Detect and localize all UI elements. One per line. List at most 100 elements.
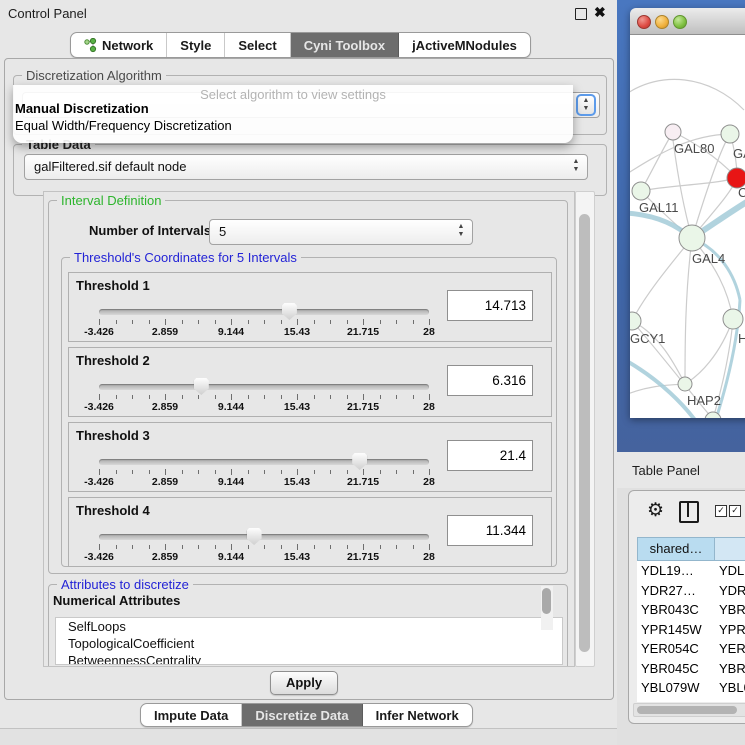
table-row[interactable]: YDR27…YDR2 <box>637 581 745 601</box>
network-edge[interactable] <box>641 178 737 191</box>
popup-item-manual-discretization[interactable]: Manual Discretization <box>15 101 149 116</box>
threshold-4-value-field[interactable] <box>447 515 533 546</box>
threshold-2-slider-thumb[interactable] <box>194 378 209 395</box>
network-node-label: HAP2 <box>687 393 721 408</box>
network-node-label: GAL80 <box>674 141 714 156</box>
table-row[interactable]: YBR043CYBR0 <box>637 600 745 620</box>
combo-stepper-icon[interactable]: ▲▼ <box>571 158 581 174</box>
float-window-icon[interactable] <box>575 8 587 20</box>
attributes-title: Attributes to discretize <box>57 577 193 592</box>
checkbox-icon[interactable]: ✓ <box>715 505 727 517</box>
network-view-window: GAL80GACGAL11GAL4GCY1HHAP2 <box>630 8 745 418</box>
column-header-shared[interactable]: shared… <box>637 537 715 561</box>
table-row[interactable]: YBL079WYBL0 <box>637 678 745 698</box>
table-panel-header: Table Panel <box>617 452 745 488</box>
table-row[interactable]: YER054CYER0 <box>637 639 745 659</box>
tab-network-label: Network <box>102 38 153 53</box>
network-node-label: GAL4 <box>692 251 725 266</box>
bottom-tab-bar: Impute Data Discretize Data Infer Networ… <box>140 703 473 727</box>
table-rows: YDL19…YDL1YDR27…YDR2YBR043CYBR0YPR145WYP… <box>637 561 745 702</box>
threshold-4-slider-thumb[interactable] <box>247 528 262 545</box>
table-horizontal-scrollbar[interactable] <box>633 703 745 717</box>
network-node[interactable] <box>632 182 650 200</box>
network-edge[interactable] <box>630 79 744 110</box>
threshold-3-slider-thumb[interactable] <box>352 453 367 470</box>
mac-close-icon[interactable] <box>637 15 651 29</box>
control-panel-title: Control Panel <box>8 6 87 21</box>
apply-button[interactable]: Apply <box>270 671 338 695</box>
network-node-label: GA <box>733 146 745 161</box>
network-edge[interactable] <box>641 132 673 191</box>
table-row[interactable]: YPR145WYPR1 <box>637 620 745 640</box>
threshold-4-label: Threshold 4 <box>76 503 150 518</box>
network-node[interactable] <box>723 309 743 329</box>
number-of-intervals-combobox[interactable]: 5 ▲▼ <box>209 219 473 245</box>
mac-zoom-icon[interactable] <box>673 15 687 29</box>
threshold-1-label: Threshold 1 <box>76 278 150 293</box>
threshold-3-value-field[interactable] <box>447 440 533 471</box>
tab-network[interactable]: Network <box>71 33 167 57</box>
tab-style[interactable]: Style <box>167 33 225 57</box>
number-of-intervals-label: Number of Intervals <box>89 223 211 238</box>
column-header-name[interactable]: na <box>715 537 745 561</box>
network-node-label: H <box>738 331 745 346</box>
algorithm-popup-hint: Select algorithm to view settings <box>13 87 573 102</box>
network-edge[interactable] <box>685 238 692 384</box>
discretization-algorithm-title: Discretization Algorithm <box>22 68 166 83</box>
network-node[interactable] <box>721 125 739 143</box>
number-of-intervals-value: 5 <box>219 224 226 239</box>
attribute-item[interactable]: SelfLoops <box>56 618 562 635</box>
threshold-2-label: Threshold 2 <box>76 353 150 368</box>
tab-infer-network[interactable]: Infer Network <box>363 704 472 726</box>
network-node[interactable] <box>665 124 681 140</box>
table-row[interactable]: YLR345WYLR3 <box>637 698 745 703</box>
attributes-list-scrollbar[interactable] <box>541 586 553 630</box>
table-data-group: Table Data galFiltered.sif default node … <box>13 144 607 196</box>
network-edge[interactable] <box>632 238 692 321</box>
popup-item-equal-width-frequency[interactable]: Equal Width/Frequency Discretization <box>15 118 232 133</box>
threshold-1-value-field[interactable] <box>447 290 533 321</box>
split-columns-icon[interactable] <box>679 501 699 523</box>
combo-stepper-icon[interactable]: ▲▼ <box>576 94 596 116</box>
tab-impute-data[interactable]: Impute Data <box>141 704 242 726</box>
table-toolbar: ⚙ ✓ ✓ <box>629 491 745 535</box>
network-node-label: GAL11 <box>639 200 679 215</box>
tab-jactivemnodules[interactable]: jActiveMNodules <box>399 33 530 57</box>
gear-icon[interactable]: ⚙ <box>647 499 664 522</box>
threshold-3-slider-track[interactable] <box>99 459 429 465</box>
table-header-row: shared… na <box>637 537 745 561</box>
tab-cyni-toolbox[interactable]: Cyni Toolbox <box>291 33 399 57</box>
close-icon[interactable]: ✖ <box>594 4 606 21</box>
network-node[interactable] <box>678 377 692 391</box>
network-node[interactable] <box>679 225 705 251</box>
threshold-4-slider-track[interactable] <box>99 534 429 540</box>
network-canvas[interactable]: GAL80GACGAL11GAL4GCY1HHAP2 <box>630 35 745 418</box>
threshold-2-panel: Threshold 2 -3.4262.8599.14415.4321.7152… <box>68 347 552 417</box>
network-edge[interactable] <box>685 319 733 384</box>
threshold-1-slider-track[interactable] <box>99 309 429 315</box>
tab-select[interactable]: Select <box>225 33 290 57</box>
mac-minimize-icon[interactable] <box>655 15 669 29</box>
threshold-1-panel: Threshold 1 -3.4262.8599.14415.4321.7152… <box>68 272 552 342</box>
tab-discretize-data[interactable]: Discretize Data <box>242 704 362 726</box>
network-window-titlebar[interactable] <box>630 8 745 35</box>
table-row[interactable]: YBR045CYBR0 <box>637 659 745 679</box>
network-edge[interactable] <box>630 384 685 395</box>
attributes-group: Attributes to discretize Numerical Attri… <box>48 584 568 667</box>
interval-definition-group: Interval Definition Number of Intervals … <box>48 200 568 574</box>
scrollbar-thumb[interactable] <box>579 214 590 652</box>
numerical-attributes-list[interactable]: SelfLoopsTopologicalCoefficientBetweenne… <box>55 617 563 665</box>
table-row[interactable]: YDL19…YDL1 <box>637 561 745 581</box>
table-data-combobox[interactable]: galFiltered.sif default node ▲▼ <box>24 154 588 180</box>
node-table: ⚙ ✓ ✓ shared… na YDL19…YDL1YDR27…YDR2YBR… <box>628 490 745 724</box>
threshold-2-value-field[interactable] <box>447 365 533 396</box>
network-node[interactable] <box>630 312 641 330</box>
settings-vertical-scrollbar[interactable] <box>575 191 595 667</box>
threshold-2-slider-track[interactable] <box>99 384 429 390</box>
threshold-1-slider-thumb[interactable] <box>282 303 297 320</box>
attribute-item[interactable]: BetweennessCentrality <box>56 652 562 665</box>
checkbox-icon[interactable]: ✓ <box>729 505 741 517</box>
attribute-item[interactable]: TopologicalCoefficient <box>56 635 562 652</box>
combo-stepper-icon[interactable]: ▲▼ <box>456 223 466 239</box>
scrollbar-thumb[interactable] <box>637 706 737 714</box>
